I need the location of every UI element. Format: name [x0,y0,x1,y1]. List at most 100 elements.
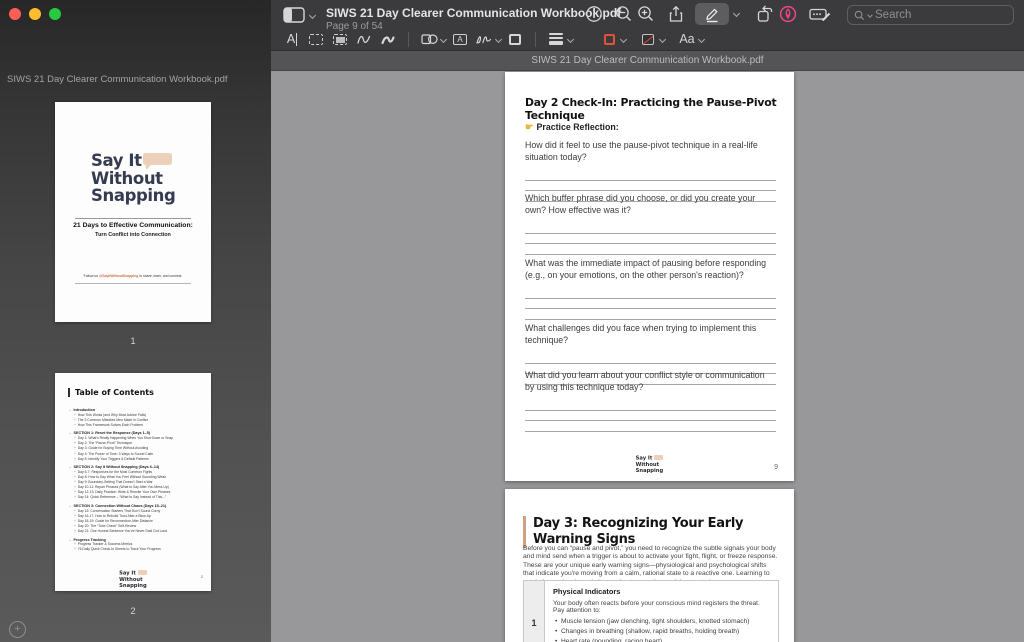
rotate-button[interactable] [756,5,774,23]
sketch-tool[interactable] [352,29,376,49]
markup-chevron-icon[interactable] [733,10,740,17]
thumb2-toc-list: IntroductionHow This Works (and Why Most… [68,408,204,567]
chevron-down-icon[interactable] [440,35,447,42]
window-title: SIWS 21 Day Clearer Communication Workbo… [326,6,621,20]
cover-title: Say It Without Snapping [91,152,175,205]
speech-bubble-icon [138,570,147,575]
shapes-tool[interactable] [417,29,441,49]
question-text: What challenges did you face when trying… [525,323,776,346]
signature-icon [475,32,493,46]
chevron-down-icon[interactable] [659,35,666,42]
question-block: What was the immediate impact of pausing… [525,258,776,320]
chevron-down-icon[interactable] [620,35,627,42]
markup-toolbar: A A [271,28,1024,50]
physical-indicators-bullets: Muscle tension (jaw clenching, tight sho… [553,617,770,642]
minimize-button[interactable] [29,8,41,20]
thumbnail-page-number-2: 2 [55,606,211,617]
question-text: Which buffer phrase did you choose, or d… [525,193,776,216]
page-thumbnail-2[interactable]: Table of Contents IntroductionHow This W… [55,373,211,591]
answer-line [525,244,776,255]
border-color-icon [604,34,615,45]
footer-logo: Say It Without Snapping [55,570,211,589]
answer-line [525,353,776,364]
draw-tool[interactable] [376,29,400,49]
answer-line [525,309,776,320]
preview-window: SIWS 21 Day Clearer Communication Workbo… [0,0,1024,642]
bullet-item: Heart rate (pounding, racing heart) [553,637,770,642]
footer-logo: Say It Without Snapping [505,455,794,474]
toc-page-number: 2 [201,575,203,579]
toolbar-divider [535,32,536,47]
dashed-rect-icon [309,34,323,45]
speech-bubble-icon [654,455,663,460]
answer-line [525,234,776,245]
text-caret-icon [296,33,297,46]
chevron-down-icon[interactable] [495,35,502,42]
question-text: How did it feel to use the pause-pivot t… [525,140,776,163]
thumbnail-sidebar: SIWS 21 Day Clearer Communication Workbo… [0,0,271,642]
form-fill-button[interactable] [809,5,831,23]
pdf-page-9[interactable]: Day 2 Check-In: Practicing the Pause-Piv… [505,72,794,481]
fill-color-tool[interactable] [636,29,660,49]
answer-line [525,288,776,299]
box-description: Your body often reacts before your consc… [553,600,770,614]
page-corner-button[interactable]: + [9,621,26,638]
page9-page-number: 9 [774,464,778,471]
zoom-in-button[interactable] [637,5,655,23]
answer-line [525,400,776,411]
chevron-down-icon[interactable] [567,35,574,42]
text-style-tool[interactable]: Aa [675,29,699,49]
fountain-pen-circle-icon[interactable] [779,5,797,23]
search-input[interactable] [875,9,1007,21]
note-tool[interactable] [503,29,527,49]
pdf-page-10[interactable]: Day 3: Recognizing Your Early Warning Si… [505,489,794,642]
physical-indicators-box: 1 Physical Indicators Your body often re… [523,580,779,642]
shapes-icon [421,32,438,46]
markup-pencil-icon [703,5,721,23]
toc-item: How This Framework Solves Each Problem [68,423,204,428]
note-icon [509,34,521,45]
chevron-down-icon[interactable] [698,35,705,42]
pdf-viewing-area[interactable]: Day 2 Check-In: Practicing the Pause-Piv… [271,71,1024,642]
text-style-icon: Aa [679,32,694,46]
fill-color-icon [642,34,654,45]
answer-line [525,299,776,310]
share-button[interactable] [667,5,685,23]
bullet-item: Muscle tension (jaw clenching, tight sho… [553,617,770,627]
bullet-item: Changes in breathing (shallow, rapid bre… [553,627,770,637]
markup-toolbar-button[interactable] [695,3,729,25]
search-field[interactable] [847,5,1014,25]
squiggle-icon [356,32,372,46]
line-weight-tool[interactable] [544,29,568,49]
sidebar-toggle-button[interactable] [283,7,315,23]
question-text: What was the immediate impact of pausing… [525,258,776,281]
divider [75,283,191,284]
window-controls [9,8,61,20]
page9-questions: How did it feel to use the pause-pivot t… [505,72,794,481]
fullscreen-button[interactable] [49,8,61,20]
toc-item: Day 5: Identify Your Triggers & Default … [68,457,204,462]
line-weight-icon [549,33,563,45]
text-selection-tool[interactable]: A [280,29,304,49]
close-button[interactable] [9,8,21,20]
sidebar-filename: SIWS 21 Day Clearer Communication Workbo… [7,74,265,85]
text-box-tool[interactable]: A [448,29,472,49]
info-button[interactable] [585,5,603,23]
instant-alpha-tool[interactable] [328,29,352,49]
page-thumbnail-1[interactable]: Say It Without Snapping 21 Days to Effec… [55,102,211,322]
social-handle: @SayItWithoutSnapping [99,274,138,278]
answer-line [525,170,776,181]
toolbar-divider [408,32,409,47]
page10-heading: Day 3: Recognizing Your Early Warning Si… [523,516,780,548]
rectangular-selection-tool[interactable] [304,29,328,49]
question-block: Which buffer phrase did you choose, or d… [525,193,776,255]
zoom-out-button[interactable] [615,5,633,23]
signature-tool[interactable] [472,29,496,49]
border-color-tool[interactable] [597,29,621,49]
cover-subtitle-2: Turn Conflict into Connection [55,232,211,238]
search-icon [854,10,865,21]
question-block: What did you learn about your conflict s… [525,370,776,432]
answer-line [525,421,776,432]
answer-line [525,411,776,422]
dashed-rect-filled-icon [333,34,347,45]
